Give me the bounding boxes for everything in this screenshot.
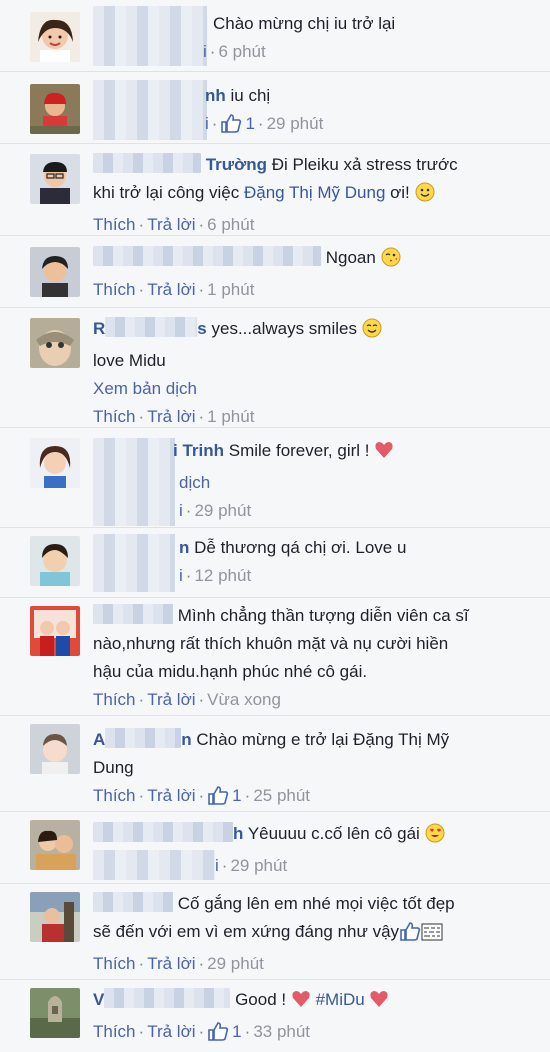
timestamp[interactable]: 29 phút [194,501,251,520]
like-link[interactable]: Thích [93,215,136,234]
avatar[interactable] [30,724,80,774]
reply-link[interactable]: Trả lời [147,407,195,426]
comment-text: Good ! [235,990,287,1009]
timestamp[interactable]: 12 phút [194,566,251,585]
comment-item: Chào mừng chị iu trở lại i · 6 phút [0,0,550,72]
reply-link[interactable]: Trả lời [147,690,195,709]
avatar[interactable] [30,988,80,1038]
author-name-redacted [93,153,201,173]
author-name[interactable]: n [179,538,189,557]
comment-text: iu chị [230,86,271,105]
thumbs-up-icon [220,113,242,133]
author-name-redacted [93,822,233,842]
avatar[interactable] [30,892,80,942]
comment-text: Chào mừng chị iu trở lại [213,14,396,33]
timestamp[interactable]: 25 phút [253,786,310,805]
comment-text: Smile forever, girl ! [228,441,370,460]
avatar[interactable] [30,84,80,134]
like-count[interactable]: 1 [232,786,241,805]
author-name-redacted [93,246,321,266]
reply-link-partial[interactable]: i [179,501,183,520]
like-link[interactable]: Thích [93,786,136,805]
avatar[interactable] [30,606,80,656]
avatar[interactable] [30,12,80,62]
author-name-redacted [105,317,198,337]
comment-text: Ngoan [325,248,376,267]
reply-link[interactable]: Trả lời [147,215,195,234]
comment-item: nh iu chị i · 1 · 29 phút [0,72,550,144]
heart-eyes-emoji-icon [425,823,445,852]
avatar[interactable] [30,536,80,586]
author-name[interactable]: R [93,319,105,338]
like-link[interactable]: Thích [93,407,136,426]
author-name[interactable]: V [93,990,104,1009]
timestamp[interactable]: 33 phút [253,1022,310,1041]
like-count[interactable]: 1 [245,114,254,133]
reply-link[interactable]: Trả lời [147,954,195,973]
kiss-emoji-icon [381,247,401,276]
author-name[interactable]: i Trinh [173,441,224,460]
smile-emoji-icon [415,182,435,211]
like-count[interactable]: 1 [232,1022,241,1041]
see-translation-link[interactable]: dịch [179,473,210,492]
comment-item: An Chào mừng e trở lại Đặng Thị Mỹ Dung … [0,716,550,812]
author-name-redacted [105,728,182,748]
timestamp[interactable]: 6 phút [218,42,265,61]
comment-item: Cố gắng lên em nhé mọi việc tốt đẹp sẽ đ… [0,884,550,980]
timestamp[interactable]: 1 phút [207,280,254,299]
thumbs-up-icon [207,1021,229,1041]
sticker-icon [421,922,443,950]
comment-item: Trường Đi Pleiku xả stress trước khi trở… [0,144,550,236]
mention-link[interactable]: Đặng Thị Mỹ Dung [244,183,385,202]
heart-icon [369,989,389,1018]
comment-item: Rs yes...always smiles love Midu Xem bản… [0,308,550,428]
reply-link-partial[interactable]: i [205,114,209,133]
like-link[interactable]: Thích [93,690,136,709]
comment-text: Dễ thương qá chị ơi. Love u [194,538,407,557]
timestamp[interactable]: 6 phút [207,215,254,234]
heart-icon [374,440,394,469]
thumbs-up-icon [399,921,421,941]
avatar[interactable] [30,318,80,368]
avatar[interactable] [30,154,80,204]
timestamp[interactable]: 1 phút [207,407,254,426]
timestamp[interactable]: 29 phút [267,114,324,133]
avatar[interactable] [30,247,80,297]
comment-item: i Trinh Smile forever, girl ! dịch i · 29 … [0,428,550,528]
avatar[interactable] [30,820,80,870]
author-name-redacted [104,988,231,1008]
reply-link[interactable]: Trả lời [147,786,195,805]
thumbs-up-icon [207,785,229,805]
timestamp[interactable]: 29 phút [230,856,287,875]
reply-link-partial[interactable]: i [215,856,219,875]
comment-item: h Yêuuuu c.cố lên cô gái i · 29 phút [0,812,550,884]
author-name-redacted [93,892,173,912]
author-name[interactable]: A [93,730,105,749]
author-name[interactable]: h [233,824,243,843]
author-name[interactable]: nh [205,86,226,105]
hashtag-link[interactable]: #MiDu [316,990,365,1009]
reply-link-partial[interactable]: i [203,42,207,61]
like-link[interactable]: Thích [93,1022,136,1041]
timestamp[interactable]: 29 phút [207,954,264,973]
comment-item: Mình chẳng thần tượng diễn viên ca sĩ nà… [0,598,550,716]
comment-list: Chào mừng chị iu trở lại i · 6 phút nh iu … [0,0,550,1052]
timestamp[interactable]: Vừa xong [207,690,281,709]
author-name-redacted [93,604,173,624]
like-link[interactable]: Thích [93,954,136,973]
reply-link[interactable]: Trả lời [147,280,195,299]
reply-link[interactable]: Trả lời [147,1022,195,1041]
see-translation-link[interactable]: Xem bản dịch [93,379,197,398]
smile-emoji-icon [362,318,382,347]
comment-item: Ngoan Thích · Trả lời · 1 phút [0,236,550,308]
reply-link-partial[interactable]: i [179,566,183,585]
heart-icon [291,989,311,1018]
comment-item: n Dễ thương qá chị ơi. Love u i · 12 phút [0,528,550,598]
comment-text: Yêuuuu c.cố lên cô gái [247,824,420,843]
comment-item: V Good ! #MiDu Thích · Trả lời · 1 · 33 phút [0,980,550,1052]
avatar[interactable] [30,438,80,488]
like-link[interactable]: Thích [93,280,136,299]
author-name[interactable]: Trường [206,155,267,174]
